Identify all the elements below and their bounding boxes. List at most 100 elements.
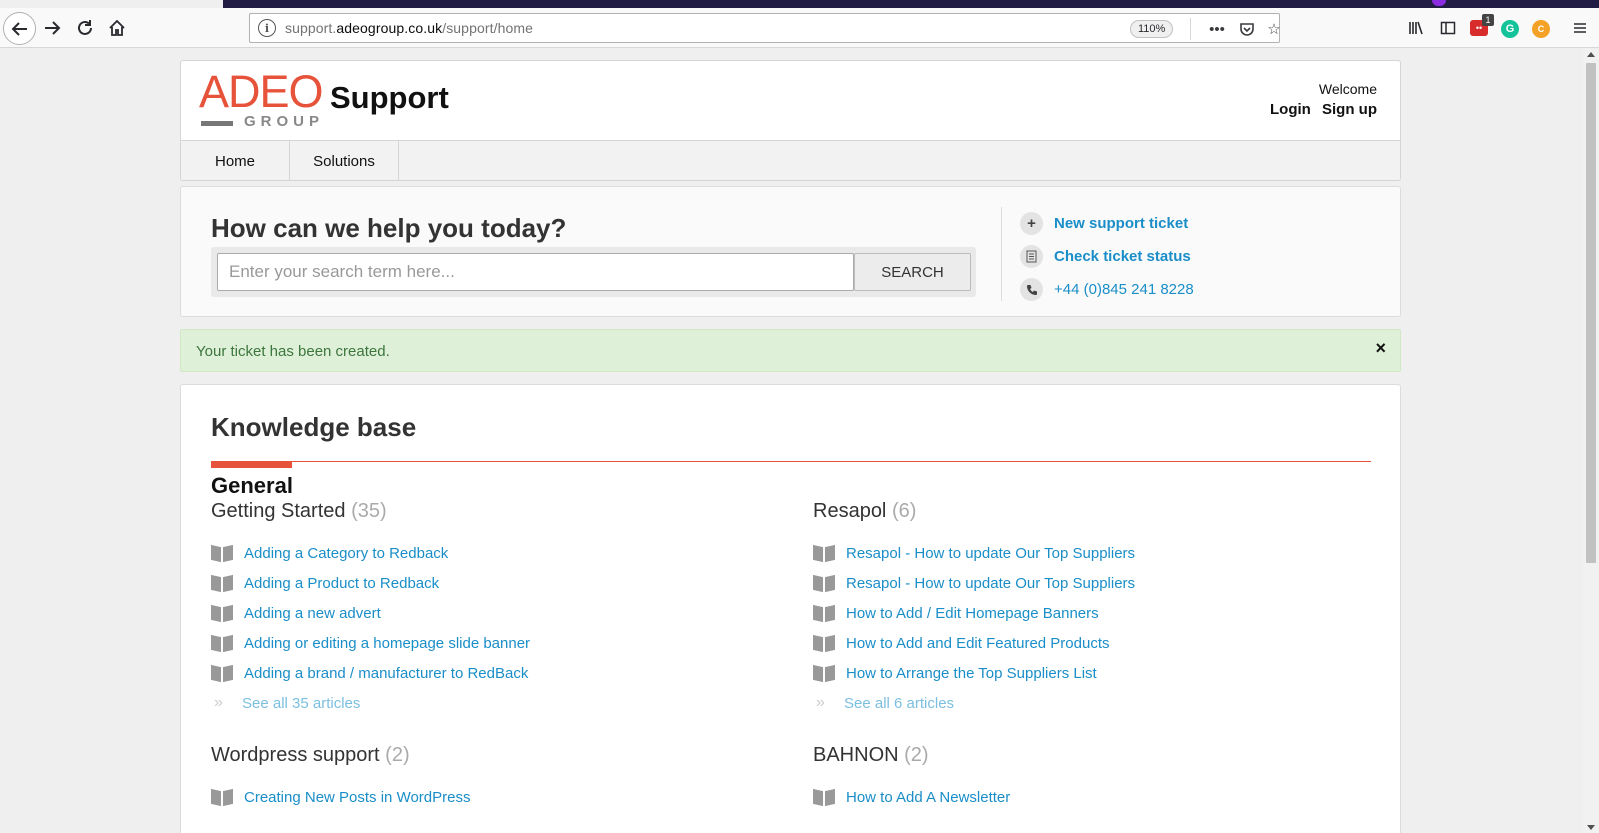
help-title: How can we help you today? [211, 213, 567, 243]
adeo-logo[interactable]: ADEO GROUP [199, 66, 324, 130]
book-icon [211, 545, 233, 562]
book-icon [813, 545, 835, 562]
kb-divider-accent [211, 461, 292, 468]
more-actions-icon[interactable]: ••• [1205, 17, 1229, 41]
article-link[interactable]: Adding a brand / manufacturer to RedBack [211, 658, 771, 688]
category-count: (6) [891, 500, 917, 522]
arrow-left-icon [11, 21, 27, 36]
scroll-up-arrow-icon[interactable] [1587, 52, 1595, 57]
scroll-down-arrow-icon[interactable] [1587, 825, 1595, 830]
new-ticket-label: New support ticket [1054, 215, 1189, 232]
double-chevron-icon: » [816, 694, 825, 711]
back-button[interactable] [3, 12, 36, 45]
grammarly-icon[interactable]: G [1501, 20, 1519, 38]
reload-button[interactable] [70, 13, 100, 43]
new-support-ticket-link[interactable]: + New support ticket [1020, 207, 1194, 240]
document-icon [1020, 245, 1043, 268]
search-button[interactable]: SEARCH [854, 253, 971, 291]
check-ticket-status-link[interactable]: Check ticket status [1020, 240, 1194, 273]
help-divider [1001, 207, 1002, 301]
category-count: (2) [904, 744, 929, 766]
kb-category-wordpress-support: Wordpress support (2) Creating New Posts… [211, 744, 771, 812]
see-all-link[interactable]: » See all 6 articles [813, 688, 1373, 718]
article-link[interactable]: Adding a new advert [211, 598, 771, 628]
search-input[interactable]: Enter your search term here... [217, 253, 854, 291]
category-count: (2) [385, 744, 410, 766]
user-welcome: Welcome Login Sign up [1263, 81, 1377, 118]
category-title[interactable]: Wordpress support (2) [211, 744, 771, 774]
article-link[interactable]: How to Add A Newsletter [813, 782, 1373, 812]
forward-button[interactable] [37, 13, 67, 43]
plus-icon: + [1020, 212, 1043, 235]
double-chevron-icon: » [214, 694, 223, 711]
book-icon [813, 635, 835, 652]
url-text[interactable]: support.adeogroup.co.uk/support/home [285, 20, 533, 36]
article-link[interactable]: Creating New Posts in WordPress [211, 782, 771, 812]
scroll-thumb[interactable] [1586, 63, 1596, 563]
book-icon [813, 605, 835, 622]
brand-title: Support [330, 80, 449, 115]
urlbar-divider [1190, 18, 1191, 40]
phone-number-link[interactable]: +44 (0)845 241 8228 [1020, 273, 1194, 306]
home-icon [109, 19, 125, 36]
extension-badge-count: 1 [1482, 14, 1494, 26]
library-icon[interactable] [1404, 16, 1428, 40]
phone-number: +44 (0)845 241 8228 [1054, 281, 1194, 298]
help-panel: How can we help you today? Enter your se… [180, 186, 1401, 317]
article-link[interactable]: Resapol - How to update Our Top Supplier… [813, 568, 1373, 598]
site-header: ADEO GROUP Support Welcome Login Sign up… [180, 60, 1401, 181]
kb-section-title: General [211, 473, 293, 498]
nav-item-solutions[interactable]: Solutions [290, 141, 399, 180]
category-title[interactable]: BAHNON (2) [813, 744, 1373, 774]
alert-message: Your ticket has been created. [196, 343, 390, 360]
page-scrollbar[interactable] [1583, 49, 1599, 833]
arrow-right-icon [45, 21, 61, 35]
pocket-icon[interactable] [1235, 17, 1259, 41]
category-title[interactable]: Getting Started (35) [211, 500, 771, 530]
bookmark-star-icon[interactable]: ☆ [1262, 17, 1286, 41]
info-icon[interactable]: i [258, 19, 276, 37]
signup-link[interactable]: Sign up [1322, 101, 1377, 118]
phone-icon [1020, 278, 1043, 301]
home-button[interactable] [102, 13, 132, 43]
see-all-link[interactable]: » See all 35 articles [211, 688, 771, 718]
category-count: (35) [351, 500, 387, 522]
book-icon [211, 605, 233, 622]
login-link[interactable]: Login [1270, 101, 1311, 118]
kb-divider [211, 461, 1371, 462]
book-icon [813, 575, 835, 592]
article-link[interactable]: How to Arrange the Top Suppliers List [813, 658, 1373, 688]
address-bar[interactable]: i support.adeogroup.co.uk/support/home 1… [249, 13, 1281, 43]
article-link[interactable]: Resapol - How to update Our Top Supplier… [813, 538, 1373, 568]
logo-wordmark: ADEO [199, 66, 324, 117]
article-link[interactable]: How to Add / Edit Homepage Banners [813, 598, 1373, 628]
extension-red-icon[interactable]: •• 1 [1470, 14, 1494, 36]
article-link[interactable]: How to Add and Edit Featured Products [813, 628, 1373, 658]
kb-title: Knowledge base [211, 412, 417, 442]
book-icon [211, 635, 233, 652]
book-icon [813, 665, 835, 682]
zoom-level-badge[interactable]: 110% [1130, 20, 1174, 38]
kb-category-bahnon: BAHNON (2) How to Add A Newsletter [813, 744, 1373, 812]
kb-category-getting-started: Getting Started (35) Adding a Category t… [211, 500, 771, 718]
nav-item-home[interactable]: Home [181, 141, 290, 180]
category-title[interactable]: Resapol (6) [813, 500, 1373, 530]
sidebar-toggle-icon[interactable] [1436, 16, 1460, 40]
hamburger-menu-icon[interactable] [1568, 16, 1592, 40]
article-link[interactable]: Adding or editing a homepage slide banne… [211, 628, 771, 658]
check-ticket-label: Check ticket status [1054, 248, 1191, 265]
knowledge-base: Knowledge base General Getting Started (… [180, 384, 1401, 833]
book-icon [813, 789, 835, 806]
help-links: + New support ticket Check ticket status… [1020, 207, 1194, 306]
browser-toolbar: i support.adeogroup.co.uk/support/home 1… [0, 8, 1599, 48]
article-link[interactable]: Adding a Product to Redback [211, 568, 771, 598]
window-titlebar [223, 0, 1599, 8]
article-link[interactable]: Adding a Category to Redback [211, 538, 771, 568]
close-icon[interactable]: × [1375, 338, 1386, 359]
extension-orange-icon[interactable]: C [1532, 20, 1550, 38]
kb-category-resapol: Resapol (6) Resapol - How to update Our … [813, 500, 1373, 718]
book-icon [211, 665, 233, 682]
welcome-text: Welcome [1318, 81, 1377, 97]
book-icon [211, 789, 233, 806]
search-form: Enter your search term here... SEARCH [211, 247, 976, 297]
